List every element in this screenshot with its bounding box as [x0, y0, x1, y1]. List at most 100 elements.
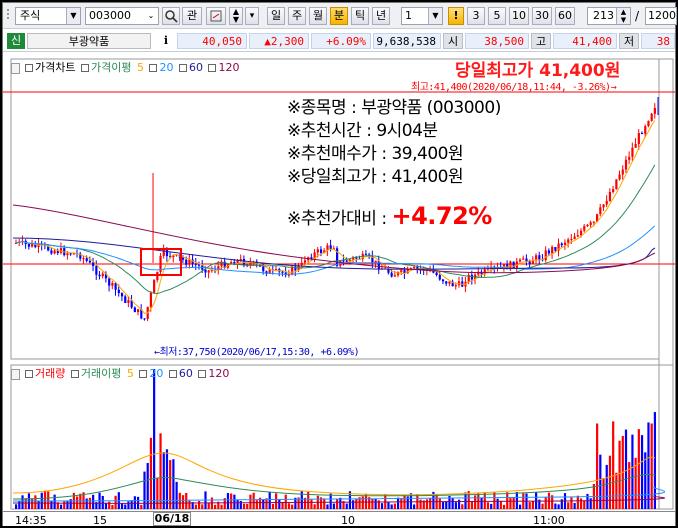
- period-year[interactable]: 년: [372, 7, 390, 25]
- legend-checkbox[interactable]: [25, 64, 33, 72]
- candle-body: [188, 259, 191, 265]
- candle-body: [435, 272, 438, 276]
- volume-legend[interactable]: 거래량 거래이평 5 20 60 120: [25, 367, 231, 381]
- candle-body: [554, 246, 557, 251]
- volume-bar: [332, 503, 335, 509]
- volume-bar: [185, 493, 188, 509]
- price-change: ▲2,300: [249, 33, 309, 49]
- candle-body: [95, 265, 98, 275]
- period-month[interactable]: 월: [309, 7, 327, 25]
- chevron-down-icon[interactable]: ▼: [230, 16, 242, 24]
- volume-bar: [214, 504, 217, 509]
- interval-5[interactable]: 5: [488, 7, 506, 25]
- count-stepper[interactable]: ▲ ▼: [616, 8, 630, 24]
- volume-bar: [387, 502, 390, 509]
- info-vs-recommend: ※추천가대비 : +4.72%: [287, 201, 547, 231]
- chart-area[interactable]: 가격차트 가격이평 5 20 60 120 거래량 거래이평 5 20 60 1…: [3, 53, 675, 527]
- legend-checkbox[interactable]: [208, 64, 217, 72]
- watchlist-button[interactable]: 관: [182, 7, 202, 25]
- legend-checkbox[interactable]: [178, 64, 187, 72]
- legend-ma60: 60: [188, 61, 203, 74]
- candle-body: [239, 259, 242, 261]
- legend-checkbox[interactable]: [70, 370, 79, 378]
- candle-body: [207, 270, 210, 273]
- interval-30[interactable]: 30: [532, 7, 552, 25]
- volume-bar: [396, 497, 400, 509]
- interval-10[interactable]: 10: [509, 7, 529, 25]
- high-marker-label: 최고:41,400(2020/06/18,11:44, -3.26%)→: [411, 82, 617, 93]
- stock-code-input[interactable]: 003000 ⌄: [85, 7, 159, 25]
- interval-60[interactable]: 60: [555, 7, 575, 25]
- candle-body: [618, 174, 621, 180]
- volume-bar: [531, 501, 535, 509]
- legend-checkbox[interactable]: [149, 64, 158, 72]
- interval-select[interactable]: 1 ▼: [401, 7, 443, 25]
- volume-bar: [92, 494, 95, 509]
- candle-body: [101, 273, 104, 277]
- volume-bar: [528, 502, 531, 509]
- price-pane-handle[interactable]: [11, 63, 20, 74]
- candle-body: [579, 230, 583, 236]
- chevron-down-icon[interactable]: ▾: [245, 7, 259, 25]
- stepper-buttons[interactable]: ▲ ▼: [229, 7, 243, 25]
- candle-body: [647, 120, 650, 127]
- candle-body: [551, 246, 554, 254]
- candle-body: [156, 271, 159, 281]
- volume-bar: [493, 492, 496, 509]
- period-day[interactable]: 일: [267, 7, 285, 25]
- candle-body: [303, 260, 307, 263]
- candle-body: [149, 292, 153, 307]
- volume-pane-handle[interactable]: [11, 369, 20, 380]
- legend-checkbox[interactable]: [139, 370, 148, 378]
- market-type-select[interactable]: 주식 ▼: [15, 7, 81, 25]
- volume-bar: [24, 498, 27, 509]
- volume-bar: [509, 498, 512, 509]
- volume-pane: [10, 364, 660, 510]
- time-label: 14:35: [15, 514, 47, 527]
- legend-checkbox[interactable]: [80, 64, 89, 72]
- volume-bar: [499, 500, 502, 509]
- legend-checkbox[interactable]: [168, 370, 177, 378]
- volume-bar: [291, 504, 294, 509]
- volume-bar: [59, 504, 63, 509]
- period-minute[interactable]: 분: [330, 7, 348, 25]
- open-label: 시: [443, 33, 463, 49]
- interval-value: 1: [405, 9, 412, 22]
- period-week[interactable]: 주: [288, 7, 306, 25]
- volume-bar: [557, 504, 560, 509]
- chevron-down-icon[interactable]: ▼: [66, 8, 80, 24]
- search-button[interactable]: [162, 7, 180, 25]
- candle-body: [66, 253, 69, 256]
- volume-bar: [133, 496, 136, 509]
- volume-bar: [461, 504, 464, 509]
- interval-3[interactable]: 3: [467, 7, 485, 25]
- price-legend[interactable]: 가격차트 가격이평 5 20 60 120: [25, 61, 241, 75]
- chevron-down-icon[interactable]: ▼: [428, 8, 442, 24]
- candle-body: [69, 253, 72, 255]
- volume-bar: [156, 478, 159, 509]
- candle-body: [27, 244, 31, 247]
- volume-bar: [502, 504, 506, 509]
- legend-checkbox[interactable]: [198, 370, 207, 378]
- legend-checkbox[interactable]: [25, 370, 33, 378]
- candle-body: [592, 221, 596, 223]
- volume-bar: [323, 498, 326, 509]
- candle-body: [608, 192, 612, 201]
- data-count-input[interactable]: 213 ▲ ▼: [587, 7, 631, 25]
- chart-settings-button[interactable]: [206, 7, 226, 25]
- interval-1-indicator[interactable]: !: [448, 7, 464, 25]
- period-tick[interactable]: 틱: [351, 7, 369, 25]
- candle-body: [133, 307, 136, 313]
- volume-bar: [47, 491, 50, 509]
- volume-bar: [518, 504, 522, 509]
- chevron-down-icon[interactable]: ⌄: [144, 8, 158, 24]
- candle-body: [438, 275, 441, 280]
- volume-bar: [188, 500, 191, 509]
- info-button[interactable]: i: [157, 33, 175, 49]
- volume-bar: [451, 498, 454, 509]
- volume-bar: [207, 502, 210, 509]
- volume-bar: [275, 493, 278, 509]
- open-price: 38,500: [465, 33, 529, 49]
- chart-window: 주식 ▼ 003000 ⌄ 관 ▲ ▼ ▾ 일 주 월 분 틱 년 1 ▼ ! 3…: [2, 2, 677, 527]
- candle-body: [120, 293, 124, 297]
